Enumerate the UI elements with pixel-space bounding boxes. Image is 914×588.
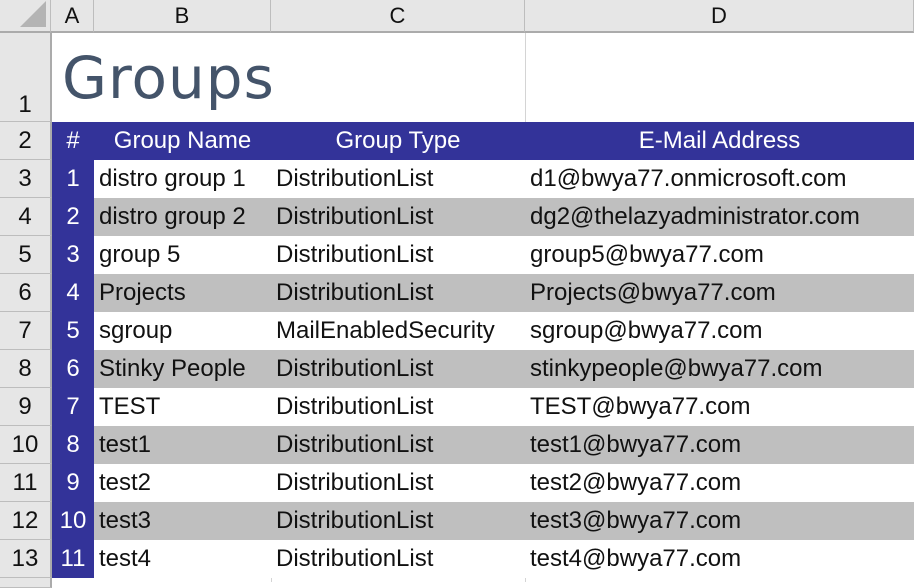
row-header-5[interactable]: 5	[0, 236, 52, 274]
table-row: sgroup MailEnabledSecurity sgroup@bwya77.c…	[94, 312, 914, 350]
table-row: TEST DistributionList TEST@bwya77.com	[94, 388, 914, 426]
group-name-cell[interactable]: group 5	[99, 236, 180, 274]
group-type-cell[interactable]: DistributionList	[276, 236, 433, 274]
row-header-2[interactable]: 2	[0, 122, 52, 160]
row-header-6[interactable]: 6	[0, 274, 52, 312]
row-index-cell[interactable]: 10	[52, 502, 94, 540]
group-type-cell[interactable]: DistributionList	[276, 502, 433, 540]
row-header-4[interactable]: 4	[0, 198, 52, 236]
row-header-11[interactable]: 11	[0, 464, 52, 502]
column-header-b[interactable]: B	[94, 0, 271, 33]
group-type-cell[interactable]: DistributionList	[276, 350, 433, 388]
email-cell[interactable]: Projects@bwya77.com	[530, 274, 776, 312]
table-row: test2 DistributionList test2@bwya77.com	[94, 464, 914, 502]
group-name-cell[interactable]: test3	[99, 502, 151, 540]
email-cell[interactable]: sgroup@bwya77.com	[530, 312, 762, 350]
group-type-cell[interactable]: DistributionList	[276, 426, 433, 464]
group-name-cell[interactable]: distro group 2	[99, 198, 246, 236]
group-name-cell[interactable]: TEST	[99, 388, 160, 426]
group-type-cell[interactable]: DistributionList	[276, 540, 433, 578]
group-name-cell[interactable]: sgroup	[99, 312, 172, 350]
row-header-10[interactable]: 10	[0, 426, 52, 464]
group-name-cell[interactable]: Projects	[99, 274, 186, 312]
table-row: test3 DistributionList test3@bwya77.com	[94, 502, 914, 540]
email-cell[interactable]: TEST@bwya77.com	[530, 388, 750, 426]
column-header-c[interactable]: C	[271, 0, 525, 33]
group-type-cell[interactable]: DistributionList	[276, 274, 433, 312]
row-header-1[interactable]: 1	[0, 33, 52, 122]
gridline	[525, 578, 526, 582]
row-index-cell[interactable]: 1	[52, 160, 94, 198]
header-group-name[interactable]: Group Name	[94, 122, 271, 160]
table-row: test1 DistributionList test1@bwya77.com	[94, 426, 914, 464]
group-name-cell[interactable]: Stinky People	[99, 350, 246, 388]
group-type-cell[interactable]: MailEnabledSecurity	[276, 312, 495, 350]
row-header-14[interactable]	[0, 578, 52, 588]
row-header-13[interactable]: 13	[0, 540, 52, 578]
gridline	[271, 578, 272, 582]
row-header-7[interactable]: 7	[0, 312, 52, 350]
header-email[interactable]: E-Mail Address	[525, 122, 914, 160]
row-index-cell[interactable]: 3	[52, 236, 94, 274]
table-row: distro group 2 DistributionList dg2@thelaz…	[94, 198, 914, 236]
group-name-cell[interactable]: test4	[99, 540, 151, 578]
group-name-cell[interactable]: distro group 1	[99, 160, 246, 198]
email-cell[interactable]: group5@bwya77.com	[530, 236, 764, 274]
gridline	[525, 33, 526, 122]
row-index-cell[interactable]: 9	[52, 464, 94, 502]
email-cell[interactable]: test3@bwya77.com	[530, 502, 741, 540]
table-row: Projects DistributionList Projects@bwya77.…	[94, 274, 914, 312]
column-header-a[interactable]: A	[51, 0, 94, 33]
group-type-cell[interactable]: DistributionList	[276, 388, 433, 426]
row-index-cell[interactable]: 5	[52, 312, 94, 350]
select-all-triangle-icon	[20, 1, 46, 27]
row-index-cell[interactable]: 8	[52, 426, 94, 464]
row-index-cell[interactable]: 7	[52, 388, 94, 426]
row-header-9[interactable]: 9	[0, 388, 52, 426]
row-index-cell[interactable]: 6	[52, 350, 94, 388]
row-index-cell[interactable]: 2	[52, 198, 94, 236]
email-cell[interactable]: test1@bwya77.com	[530, 426, 741, 464]
email-cell[interactable]: test2@bwya77.com	[530, 464, 741, 502]
group-type-cell[interactable]: DistributionList	[276, 160, 433, 198]
row-header-12[interactable]: 12	[0, 502, 52, 540]
table-row: group 5 DistributionList group5@bwya77.com	[94, 236, 914, 274]
header-index[interactable]: #	[52, 122, 94, 160]
email-cell[interactable]: test4@bwya77.com	[530, 540, 741, 578]
email-cell[interactable]: dg2@thelazyadministrator.com	[530, 198, 860, 236]
column-header-d[interactable]: D	[525, 0, 914, 33]
table-row: test4 DistributionList test4@bwya77.com	[94, 540, 914, 578]
group-type-cell[interactable]: DistributionList	[276, 464, 433, 502]
email-cell[interactable]: d1@bwya77.onmicrosoft.com	[530, 160, 847, 198]
group-type-cell[interactable]: DistributionList	[276, 198, 433, 236]
spreadsheet: A B C D 1 2 3 4 5 6 7 8 9 10 11 12 13 Gr…	[0, 0, 914, 588]
select-all-button[interactable]	[0, 0, 51, 33]
page-title: Groups	[62, 44, 275, 112]
row-index-cell[interactable]: 4	[52, 274, 94, 312]
row-header-8[interactable]: 8	[0, 350, 52, 388]
table-row: Stinky People DistributionList stinkypeopl…	[94, 350, 914, 388]
table-row: distro group 1 DistributionList d1@bwya77.…	[94, 160, 914, 198]
group-name-cell[interactable]: test2	[99, 464, 151, 502]
row-header-3[interactable]: 3	[0, 160, 52, 198]
email-cell[interactable]: stinkypeople@bwya77.com	[530, 350, 823, 388]
row-index-cell[interactable]: 11	[52, 540, 94, 578]
header-group-type[interactable]: Group Type	[271, 122, 525, 160]
group-name-cell[interactable]: test1	[99, 426, 151, 464]
